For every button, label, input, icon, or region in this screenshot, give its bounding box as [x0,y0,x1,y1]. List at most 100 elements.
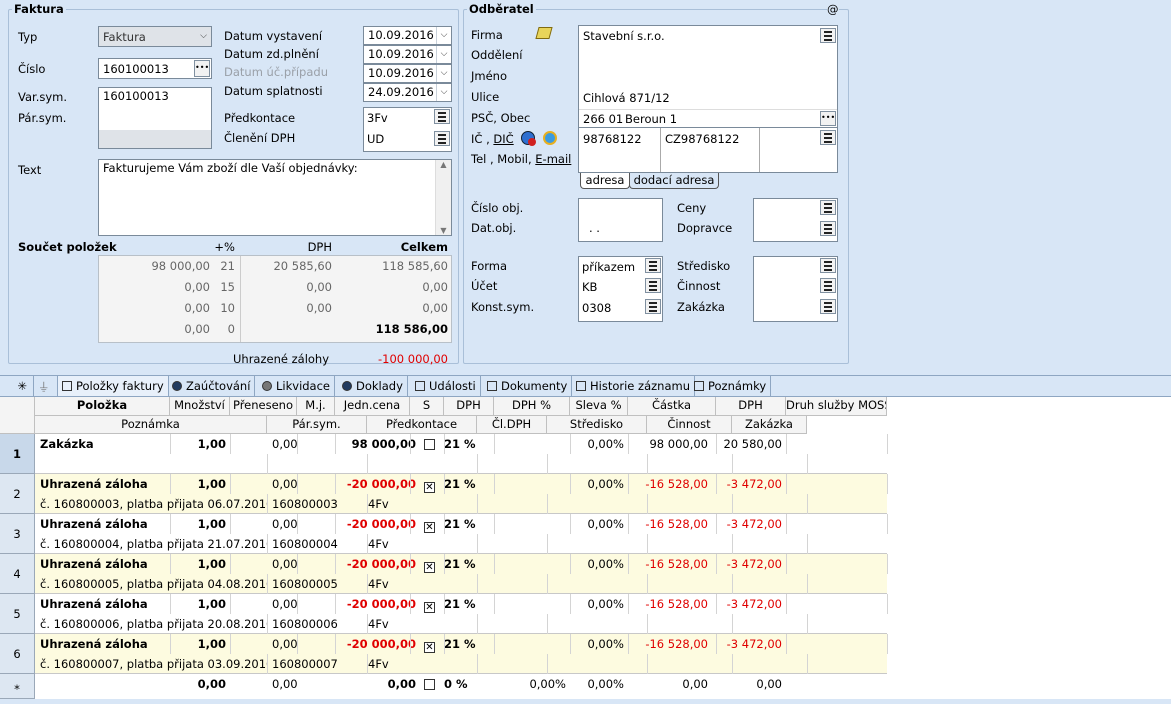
filter-tab[interactable]: ⏚ [34,376,58,396]
tab-dodaci-adresa[interactable]: dodací adresa [629,173,719,189]
column-header[interactable]: DPH % [494,397,570,416]
preneseno-cell[interactable]: 0,00 [268,514,318,534]
dph-value-cell[interactable]: -3 472,00 [712,594,786,614]
polozka-cell[interactable]: Uhrazená záloha [36,594,170,614]
scrollbar[interactable]: ▲ ▼ [435,160,451,235]
preneseno-cell[interactable]: 0,00 [268,674,318,694]
mnozstvi-cell[interactable]: 1,00 [170,434,230,454]
list-icon[interactable] [820,221,836,236]
predkontace-cell[interactable]: 4Fv [364,534,464,554]
list-icon[interactable] [820,258,836,273]
checkbox[interactable]: ✕ [424,562,435,573]
column-header[interactable]: Středisko [547,416,647,434]
chevron-down-icon[interactable]: ⌵ [196,27,211,46]
sleva-cell[interactable]: 0,00% [570,674,628,694]
firma-value[interactable]: Stavební s.r.o. [583,29,665,43]
ellipsis-icon[interactable]: ••• [820,111,836,126]
column-header[interactable]: S [410,397,444,416]
sleva-cell[interactable]: 0,00% [570,434,628,454]
tab-adresa[interactable]: adresa [580,173,630,189]
email-at-icon[interactable]: @ [827,2,839,16]
dph-value-cell[interactable]: -3 472,00 [712,634,786,654]
checkbox[interactable] [424,679,435,690]
dph-value-cell[interactable]: -3 472,00 [712,554,786,574]
parsym-cell[interactable]: 160800003 [268,494,368,514]
castka-cell[interactable]: -16 528,00 [628,554,712,574]
datum-splatnosti-input[interactable]: 24.09.2016 ⌵ [363,83,452,102]
list-icon[interactable] [820,28,836,43]
preneseno-cell[interactable]: 0,00 [268,474,318,494]
list-icon[interactable] [645,299,661,314]
dic-label[interactable]: DIČ [493,132,513,146]
parsym-cell[interactable]: 160800004 [268,534,368,554]
polozka-cell[interactable]: Zakázka [36,434,170,454]
row-number[interactable]: 4 [0,554,35,594]
column-header[interactable]: Druh služby MOSS [786,397,887,416]
polozka-cell[interactable]: Uhrazená záloha [36,514,170,534]
row-number[interactable]: 5 [0,594,35,634]
text-area[interactable]: Fakturujeme Vám zboží dle Vaší objednávk… [98,159,452,236]
column-header[interactable]: Čl.DPH [477,416,547,434]
checkbox[interactable]: ✕ [424,482,435,493]
konst-value[interactable]: 0308 [582,301,611,315]
castka-cell[interactable]: 0,00 [628,674,712,694]
mnozstvi-cell[interactable]: 1,00 [170,594,230,614]
list-icon[interactable] [645,258,661,273]
row-number[interactable]: 3 [0,514,35,554]
dph-pct-cell[interactable]: 0,00% [494,674,570,694]
jedn-cena-cell[interactable]: -20 000,00 [335,594,420,614]
list-icon[interactable] [820,130,836,145]
dph-cell[interactable]: 21 % [440,514,494,534]
predkontace-cell[interactable]: 4Fv [364,614,464,634]
scroll-up-icon[interactable]: ▲ [436,160,451,169]
poznamka-cell[interactable]: č. 160800006, platba přijata 20.08.2016 [36,614,268,634]
chevron-down-icon[interactable]: ⌵ [436,27,451,44]
polozka-cell[interactable]: Uhrazená záloha [36,554,170,574]
ucet-value[interactable]: KB [582,280,597,294]
dph-cell[interactable]: 21 % [440,554,494,574]
tab-polozky[interactable]: Položky faktury [58,376,169,396]
castka-cell[interactable]: -16 528,00 [628,634,712,654]
list-icon[interactable] [645,278,661,293]
predkontace-value[interactable]: 3Fv [367,111,388,125]
dph-value-cell[interactable]: 20 580,00 [712,434,786,454]
sleva-cell[interactable]: 0,00% [570,474,628,494]
cleneni-value[interactable]: UD [367,132,384,146]
scroll-down-icon[interactable]: ▼ [436,226,451,235]
ellipsis-icon[interactable]: ••• [194,60,210,77]
mnozstvi-cell[interactable]: 1,00 [170,554,230,574]
checkbox[interactable]: ✕ [424,642,435,653]
sleva-cell[interactable]: 0,00% [570,554,628,574]
polozka-cell[interactable]: Uhrazená záloha [36,634,170,654]
row-number[interactable]: 1 [0,434,35,474]
ceny-dopravce-box[interactable] [753,198,838,242]
list-icon[interactable] [434,109,450,124]
ic-value[interactable]: 98768122 [583,132,642,146]
column-header[interactable]: Činnost [647,416,732,434]
varsym-input[interactable]: 160100013 [98,87,212,149]
mnozstvi-cell[interactable]: 1,00 [170,474,230,494]
predkontace-cell[interactable]: 4Fv [364,494,464,514]
checkbox[interactable]: ✕ [424,522,435,533]
column-header[interactable]: Přeneseno [230,397,297,416]
datum-zdpl-input[interactable]: 10.09.2016 ⌵ [363,45,452,64]
preneseno-cell[interactable]: 0,00 [268,634,318,654]
dph-value-cell[interactable]: -3 472,00 [712,514,786,534]
datum-uc-input[interactable]: 10.09.2016 ⌵ [363,64,452,83]
preneseno-cell[interactable]: 0,00 [268,554,318,574]
forma-value[interactable]: příkazem [582,260,635,274]
tab-likvidace[interactable]: Likvidace [258,376,336,396]
parsym-cell[interactable]: 160800007 [268,654,368,674]
tab-zauctovani[interactable]: Zaúčtování [168,376,256,396]
mnozstvi-cell[interactable]: 1,00 [170,514,230,534]
column-header[interactable]: DPH [444,397,494,416]
row-number[interactable]: * [0,674,35,699]
mnozstvi-cell[interactable]: 1,00 [170,634,230,654]
castka-cell[interactable]: -16 528,00 [628,594,712,614]
datum-vystaveni-input[interactable]: 10.09.2016 ⌵ [363,26,452,45]
dph-cell[interactable]: 21 % [440,434,494,454]
poznamka-cell[interactable]: č. 160800003, platba přijata 06.07.2016 [36,494,268,514]
email-link[interactable]: E-mail [535,152,571,166]
dph-value-cell[interactable]: 0,00 [712,674,786,694]
cislo-input[interactable]: 160100013 ••• [98,58,212,79]
